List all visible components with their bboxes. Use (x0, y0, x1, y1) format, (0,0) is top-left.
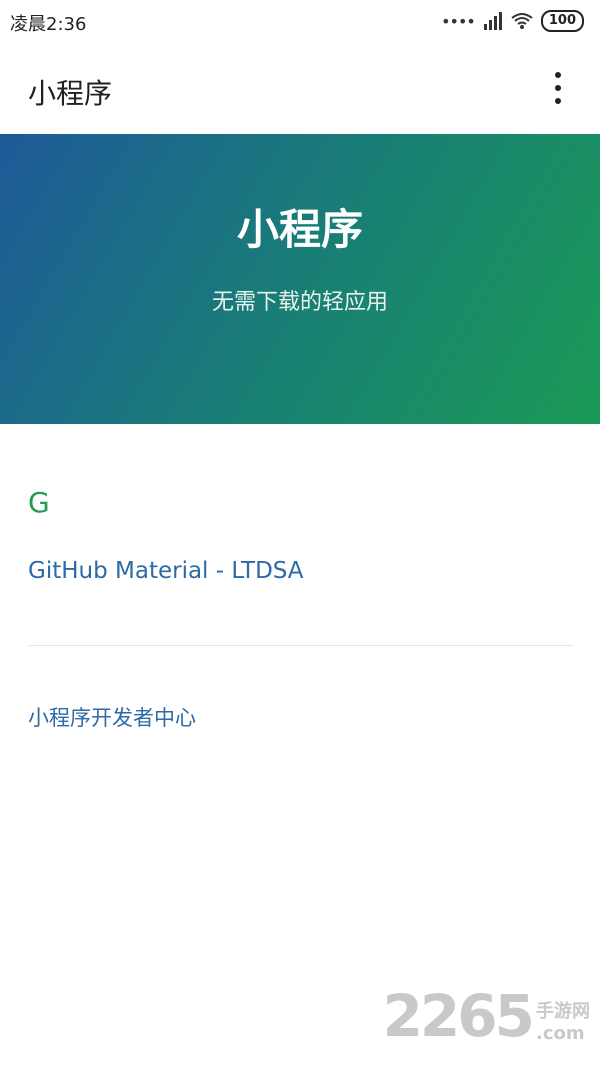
status-time: 凌晨2:36 (10, 14, 87, 35)
status-bar: 凌晨2:36 •••• 100 (0, 0, 600, 44)
more-options-icon[interactable] (552, 72, 564, 104)
wifi-icon (511, 13, 533, 29)
hero-title: 小程序 (236, 205, 363, 254)
status-icons: •••• 100 (441, 10, 584, 32)
hero-subtitle: 无需下载的轻应用 (211, 290, 388, 315)
section-header-letter: G (28, 486, 50, 519)
app-bar: 小程序 (0, 44, 600, 135)
developer-center-link[interactable]: 小程序开发者中心 (28, 702, 196, 732)
page-title: 小程序 (28, 77, 113, 110)
watermark-text: 手游网 .com (536, 1001, 590, 1044)
mini-program-item-github-material[interactable]: GitHub Material - LTDSA (28, 558, 304, 584)
watermark-logo: 2265 手游网 .com (383, 982, 590, 1050)
divider (28, 645, 573, 646)
signal-dots-icon: •••• (441, 11, 476, 31)
battery-icon: 100 (540, 10, 584, 32)
hero-banner: 小程序 无需下载的轻应用 (0, 134, 600, 424)
watermark-number: 2265 (382, 982, 535, 1050)
signal-icon (483, 12, 502, 30)
